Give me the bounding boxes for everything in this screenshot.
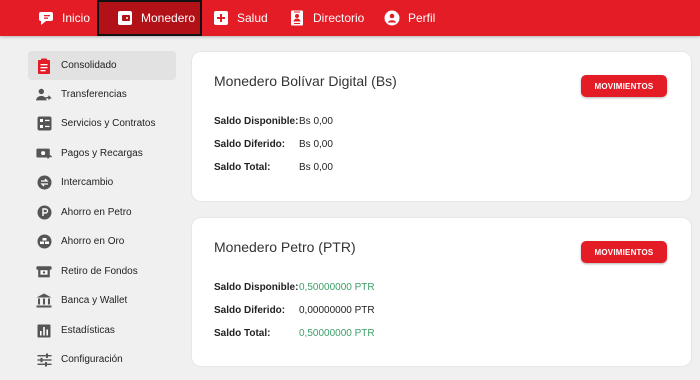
withdraw-icon <box>36 264 52 280</box>
nav-perfil[interactable]: Perfil <box>384 0 435 36</box>
nav-monedero-label: Monedero <box>141 11 196 25</box>
services-icon <box>36 116 52 132</box>
sidebar-item-label: Ahorro en Oro <box>61 236 125 247</box>
nav-inicio-label: Inicio <box>62 11 91 25</box>
sidebar-item-transferencias[interactable]: Transferencias <box>28 80 176 109</box>
sidebar-item-ahorro-oro[interactable]: Ahorro en Oro <box>28 227 176 256</box>
saldo-total-row: Saldo Total: 0,50000000 PTR <box>214 328 375 339</box>
movimientos-button[interactable]: MOVIMIENTOS <box>581 75 667 97</box>
bank-icon <box>36 293 52 309</box>
exchange-icon <box>36 175 52 191</box>
saldo-disponible-value: Bs 0,00 <box>299 116 333 127</box>
top-nav-bar: Inicio Monedero Salud Directorio Perfil <box>0 0 700 36</box>
movimientos-button[interactable]: MOVIMIENTOS <box>581 241 667 263</box>
wallet-card-ptr: Monedero Petro (PTR) MOVIMIENTOS Saldo D… <box>191 217 692 367</box>
sidebar-item-intercambio[interactable]: Intercambio <box>28 168 176 197</box>
saldo-total-value: 0,50000000 PTR <box>299 328 375 339</box>
contact-book-icon <box>291 10 303 26</box>
sidebar-item-configuracion[interactable]: Configuración <box>28 345 176 374</box>
settings-icon <box>36 352 52 368</box>
sidebar-item-estadisticas[interactable]: Estadísticas <box>28 316 176 345</box>
saldo-total-label: Saldo Total: <box>214 162 271 173</box>
sidebar-item-label: Estadísticas <box>61 325 115 336</box>
sidebar-item-label: Banca y Wallet <box>61 295 128 306</box>
wallet-card-bs: Monedero Bolívar Digital (Bs) MOVIMIENTO… <box>191 51 692 202</box>
saldo-total-row: Saldo Total: Bs 0,00 <box>214 162 333 173</box>
saldo-total-label: Saldo Total: <box>214 328 271 339</box>
card-title: Monedero Petro (PTR) <box>214 239 356 255</box>
sidebar-item-label: Transferencias <box>61 89 127 100</box>
user-transfer-icon <box>36 87 52 103</box>
chat-bubble-icon <box>39 12 53 25</box>
petro-icon <box>36 205 52 221</box>
health-cross-icon <box>214 11 228 25</box>
payments-icon <box>36 146 52 162</box>
sidebar-item-label: Consolidado <box>61 60 117 71</box>
saldo-disponible-label: Saldo Disponible: <box>214 282 299 293</box>
gold-icon <box>36 234 52 250</box>
sidebar-item-servicios[interactable]: Servicios y Contratos <box>28 109 176 138</box>
nav-directorio-label: Directorio <box>313 11 365 25</box>
saldo-disponible-row: Saldo Disponible: 0,50000000 PTR <box>214 282 375 293</box>
nav-directorio[interactable]: Directorio <box>289 0 364 36</box>
sidebar-item-label: Configuración <box>61 354 123 365</box>
saldo-diferido-row: Saldo Diferido: Bs 0,00 <box>214 139 333 150</box>
stats-icon <box>36 323 52 339</box>
nav-monedero[interactable]: Monedero <box>97 0 202 36</box>
card-title: Monedero Bolívar Digital (Bs) <box>214 73 397 89</box>
nav-salud-label: Salud <box>237 11 268 25</box>
sidebar-item-pagos[interactable]: Pagos y Recargas <box>28 139 176 168</box>
clipboard-icon <box>36 58 52 74</box>
saldo-diferido-value: 0,00000000 PTR <box>299 305 375 316</box>
nav-salud[interactable]: Salud <box>213 0 268 36</box>
wallet-icon <box>118 11 132 25</box>
sidebar-item-label: Servicios y Contratos <box>61 118 156 129</box>
sidebar-item-label: Intercambio <box>61 177 114 188</box>
nav-perfil-label: Perfil <box>408 11 436 25</box>
nav-inicio[interactable]: Inicio <box>38 0 90 36</box>
sidebar-item-banca[interactable]: Banca y Wallet <box>28 286 176 315</box>
sidebar-item-ahorro-petro[interactable]: Ahorro en Petro <box>28 198 176 227</box>
saldo-diferido-label: Saldo Diferido: <box>214 139 286 150</box>
profile-icon <box>384 10 400 26</box>
saldo-diferido-row: Saldo Diferido: 0,00000000 PTR <box>214 305 375 316</box>
sidebar-item-label: Pagos y Recargas <box>61 148 143 159</box>
saldo-disponible-value: 0,50000000 PTR <box>299 282 375 293</box>
saldo-disponible-row: Saldo Disponible: Bs 0,00 <box>214 116 333 127</box>
saldo-disponible-label: Saldo Disponible: <box>214 116 299 127</box>
sidebar-item-label: Ahorro en Petro <box>61 207 132 218</box>
saldo-diferido-value: Bs 0,00 <box>299 139 333 150</box>
sidebar-item-label: Retiro de Fondos <box>61 266 138 277</box>
saldo-total-value: Bs 0,00 <box>299 162 333 173</box>
sidebar-item-retiro[interactable]: Retiro de Fondos <box>28 257 176 286</box>
saldo-diferido-label: Saldo Diferido: <box>214 305 286 316</box>
sidebar-item-consolidado[interactable]: Consolidado <box>28 51 176 80</box>
